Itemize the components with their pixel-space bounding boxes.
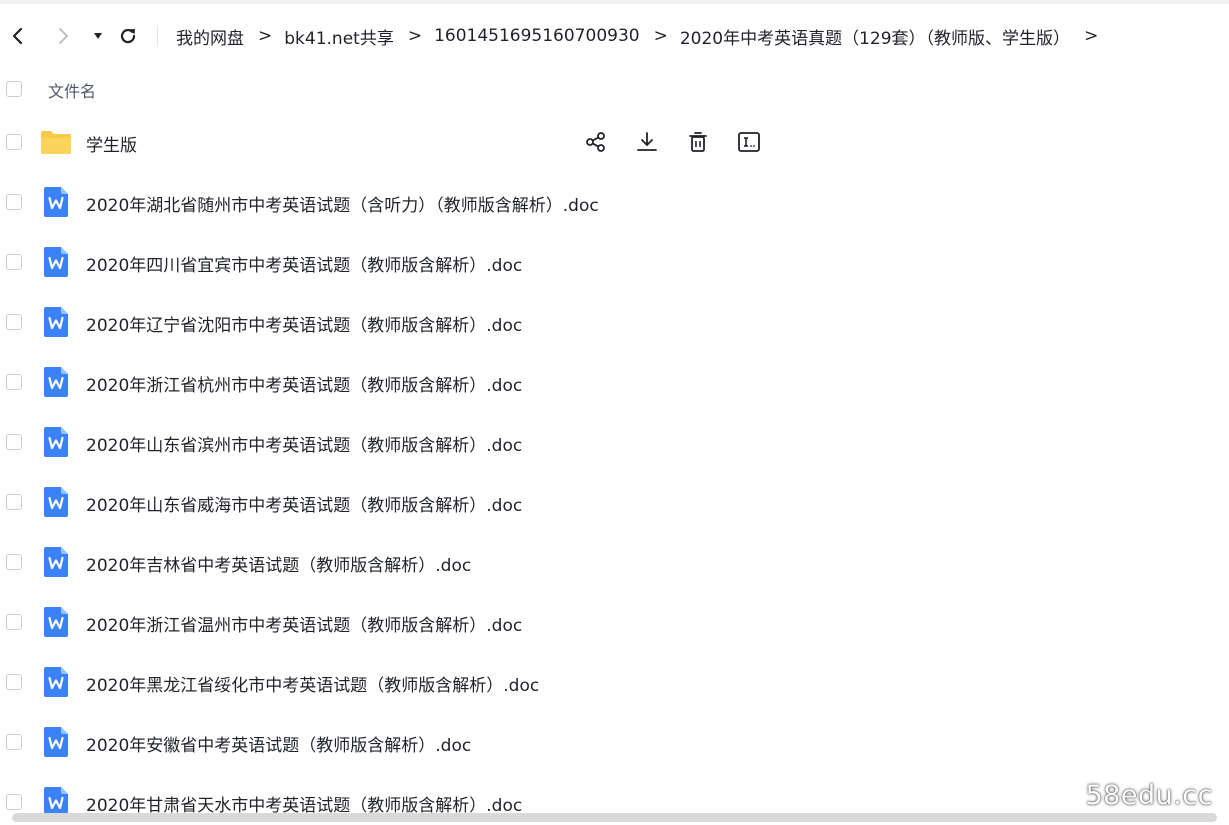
file-icon-wrap xyxy=(40,606,72,638)
share-icon xyxy=(586,132,605,152)
word-doc-icon xyxy=(44,607,68,637)
chevron-right-icon xyxy=(59,28,68,44)
select-all-checkbox[interactable] xyxy=(6,81,22,97)
history-dropdown-button[interactable] xyxy=(86,24,110,48)
breadcrumb-item-id-folder[interactable]: 1601451695160700930 xyxy=(434,26,640,46)
word-doc-icon xyxy=(44,667,68,697)
file-row[interactable]: 2020年山东省威海市中考英语试题（教师版含解析）.doc xyxy=(0,477,1229,527)
row-actions xyxy=(582,128,786,156)
file-name[interactable]: 2020年山东省威海市中考英语试题（教师版含解析）.doc xyxy=(86,491,522,516)
file-name[interactable]: 2020年山东省滨州市中考英语试题（教师版含解析）.doc xyxy=(86,431,522,456)
file-name[interactable]: 2020年安徽省中考英语试题（教师版含解析）.doc xyxy=(86,731,471,756)
delete-icon xyxy=(689,132,707,152)
file-icon-wrap xyxy=(40,186,72,218)
download-button[interactable] xyxy=(633,128,661,156)
row-checkbox[interactable] xyxy=(6,734,22,750)
file-name[interactable]: 2020年浙江省温州市中考英语试题（教师版含解析）.doc xyxy=(86,611,522,636)
file-icon-wrap xyxy=(40,426,72,458)
download-icon xyxy=(637,132,657,151)
row-checkbox[interactable] xyxy=(6,314,22,330)
folder-icon-wrap xyxy=(40,126,72,158)
file-name[interactable]: 2020年湖北省随州市中考英语试题（含听力）（教师版含解析）.doc xyxy=(86,191,599,216)
folder-row[interactable]: 学生版 xyxy=(0,117,1229,167)
file-icon-wrap xyxy=(40,486,72,518)
file-row[interactable]: 2020年浙江省杭州市中考英语试题（教师版含解析）.doc xyxy=(0,357,1229,407)
refresh-icon xyxy=(120,29,136,44)
navigation-toolbar: 我的网盘 > bk41.net共享 > 1601451695160700930 … xyxy=(0,16,1229,56)
file-row[interactable]: 2020年黑龙江省绥化市中考英语试题（教师版含解析）.doc xyxy=(0,657,1229,707)
row-checkbox[interactable] xyxy=(6,374,22,390)
column-header-filename[interactable]: 文件名 xyxy=(48,78,96,102)
chevron-left-icon xyxy=(12,27,23,45)
breadcrumb-separator: > xyxy=(258,26,273,46)
refresh-button[interactable] xyxy=(116,24,140,48)
row-checkbox[interactable] xyxy=(6,794,22,810)
file-name[interactable]: 2020年四川省宜宾市中考英语试题（教师版含解析）.doc xyxy=(86,251,522,276)
top-border xyxy=(0,0,1229,4)
breadcrumb-item-my-drive[interactable]: 我的网盘 xyxy=(176,24,244,49)
file-icon-wrap xyxy=(40,366,72,398)
word-doc-icon xyxy=(44,367,68,397)
rename-button[interactable] xyxy=(735,128,763,156)
breadcrumb-separator: > xyxy=(407,26,423,46)
watermark: 58edu.cc xyxy=(1085,780,1213,811)
file-row[interactable]: 2020年湖北省随州市中考英语试题（含听力）（教师版含解析）.doc xyxy=(0,177,1229,227)
breadcrumb-item-current-folder[interactable]: 2020年中考英语真题（129套）（教师版、学生版） xyxy=(680,24,1070,49)
word-doc-icon xyxy=(44,547,68,577)
file-browser-page: 我的网盘 > bk41.net共享 > 1601451695160700930 … xyxy=(0,0,1229,825)
folder-name[interactable]: 学生版 xyxy=(86,131,137,156)
file-name[interactable]: 2020年黑龙江省绥化市中考英语试题（教师版含解析）.doc xyxy=(86,671,539,696)
toolbar-divider xyxy=(157,26,158,46)
word-doc-icon xyxy=(44,487,68,517)
forward-button[interactable] xyxy=(51,24,75,48)
file-name[interactable]: 2020年辽宁省沈阳市中考英语试题（教师版含解析）.doc xyxy=(86,311,522,336)
row-checkbox[interactable] xyxy=(6,194,22,210)
file-icon-wrap xyxy=(40,306,72,338)
breadcrumb-separator: > xyxy=(653,26,668,46)
row-checkbox[interactable] xyxy=(6,554,22,570)
breadcrumb: 我的网盘 > bk41.net共享 > 1601451695160700930 … xyxy=(176,24,1110,49)
file-row[interactable]: 2020年辽宁省沈阳市中考英语试题（教师版含解析）.doc xyxy=(0,297,1229,347)
file-row[interactable]: 2020年吉林省中考英语试题（教师版含解析）.doc xyxy=(0,537,1229,587)
word-doc-icon xyxy=(44,427,68,457)
word-doc-icon xyxy=(44,727,68,757)
breadcrumb-item-share[interactable]: bk41.net共享 xyxy=(284,24,394,49)
word-doc-icon xyxy=(44,307,68,337)
share-button[interactable] xyxy=(582,128,610,156)
rename-icon xyxy=(738,132,760,152)
file-list-header: 文件名 xyxy=(0,70,1229,108)
file-row[interactable]: 2020年四川省宜宾市中考英语试题（教师版含解析）.doc xyxy=(0,237,1229,287)
file-icon-wrap xyxy=(40,666,72,698)
row-checkbox[interactable] xyxy=(6,494,22,510)
file-icon-wrap xyxy=(40,546,72,578)
file-row[interactable]: 2020年山东省滨州市中考英语试题（教师版含解析）.doc xyxy=(0,417,1229,467)
file-name[interactable]: 2020年吉林省中考英语试题（教师版含解析）.doc xyxy=(86,551,471,576)
file-icon-wrap xyxy=(40,246,72,278)
caret-down-icon xyxy=(94,33,102,39)
row-checkbox[interactable] xyxy=(6,434,22,450)
row-checkbox[interactable] xyxy=(6,134,22,150)
row-checkbox[interactable] xyxy=(6,254,22,270)
row-checkbox[interactable] xyxy=(6,674,22,690)
file-name[interactable]: 2020年浙江省杭州市中考英语试题（教师版含解析）.doc xyxy=(86,371,522,396)
breadcrumb-expand-arrow[interactable]: > xyxy=(1084,26,1098,46)
file-row[interactable]: 2020年安徽省中考英语试题（教师版含解析）.doc xyxy=(0,717,1229,767)
delete-button[interactable] xyxy=(684,128,712,156)
folder-icon xyxy=(41,131,71,154)
horizontal-scrollbar[interactable] xyxy=(12,813,1217,822)
file-row[interactable]: 2020年浙江省温州市中考英语试题（教师版含解析）.doc xyxy=(0,597,1229,647)
row-checkbox[interactable] xyxy=(6,614,22,630)
word-doc-icon xyxy=(44,247,68,277)
file-icon-wrap xyxy=(40,726,72,758)
back-button[interactable] xyxy=(6,24,30,48)
word-doc-icon xyxy=(44,187,68,217)
